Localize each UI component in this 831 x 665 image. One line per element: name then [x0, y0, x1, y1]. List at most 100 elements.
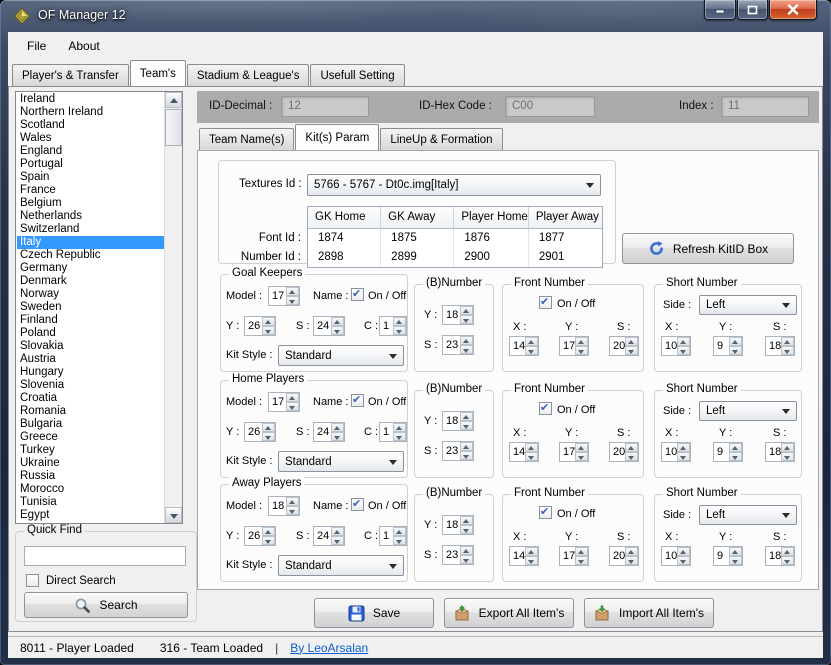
list-item-switzerland[interactable]: Switzerland — [17, 223, 165, 236]
export-all-button[interactable]: Export All Item's — [444, 598, 574, 628]
list-item-wales[interactable]: Wales — [17, 132, 165, 145]
model-spinner[interactable]: 18 — [268, 496, 300, 516]
y-spinner[interactable]: 26 — [244, 422, 276, 442]
list-item-hungary[interactable]: Hungary — [17, 366, 165, 379]
scroll-thumb[interactable] — [165, 109, 182, 146]
list-item-northern-ireland[interactable]: Northern Ireland — [17, 106, 165, 119]
list-item-czech-republic[interactable]: Czech Republic — [17, 249, 165, 262]
short-y-spinner[interactable]: 9 — [713, 442, 743, 462]
list-item-russia[interactable]: Russia — [17, 470, 165, 483]
list-item-greece[interactable]: Greece — [17, 431, 165, 444]
bnumber-s-spinner[interactable]: 23 — [442, 335, 474, 355]
tab-player-s-transfer[interactable]: Player's & Transfer — [12, 64, 129, 86]
short-y-spinner[interactable]: 9 — [713, 546, 743, 566]
import-all-button[interactable]: Import All Item's — [584, 598, 714, 628]
inner-tab-lineup-formation[interactable]: LineUp & Formation — [380, 128, 502, 150]
list-item-belgium[interactable]: Belgium — [17, 197, 165, 210]
front-s-spinner[interactable]: 20 — [609, 546, 639, 566]
name-on-off-checkbox[interactable] — [351, 394, 364, 407]
list-item-sweden[interactable]: Sweden — [17, 301, 165, 314]
list-item-italy[interactable]: Italy — [17, 236, 165, 249]
s-spinner[interactable]: 24 — [313, 526, 345, 546]
list-item-scotland[interactable]: Scotland — [17, 119, 165, 132]
bnumber-y-spinner[interactable]: 18 — [442, 411, 474, 431]
direct-search-checkbox[interactable] — [26, 574, 39, 587]
textures-id-combo[interactable]: 5766 - 5767 - Dt0c.img[Italy] — [307, 174, 601, 196]
front-y-spinner[interactable]: 17 — [559, 442, 589, 462]
kit-style-combo[interactable]: Standard — [278, 345, 404, 366]
title-bar[interactable]: OF Manager 12 — [0, 0, 831, 32]
list-scrollbar[interactable] — [164, 92, 182, 523]
list-item-france[interactable]: France — [17, 184, 165, 197]
model-spinner[interactable]: 17 — [268, 286, 300, 306]
list-item-slovakia[interactable]: Slovakia — [17, 340, 165, 353]
inner-tab-team-name-s[interactable]: Team Name(s) — [199, 128, 294, 150]
bnumber-s-spinner[interactable]: 23 — [442, 441, 474, 461]
kit-style-combo[interactable]: Standard — [278, 451, 404, 472]
bnumber-y-spinner[interactable]: 18 — [442, 515, 474, 535]
save-button[interactable]: Save — [314, 598, 434, 628]
short-s-spinner[interactable]: 18 — [765, 442, 795, 462]
list-item-croatia[interactable]: Croatia — [17, 392, 165, 405]
list-item-england[interactable]: England — [17, 145, 165, 158]
s-spinner[interactable]: 24 — [313, 316, 345, 336]
side-combo[interactable]: Left — [699, 295, 797, 315]
list-item-ireland[interactable]: Ireland — [17, 93, 165, 106]
front-s-spinner[interactable]: 20 — [609, 336, 639, 356]
name-on-off-checkbox[interactable] — [351, 288, 364, 301]
s-spinner[interactable]: 24 — [313, 422, 345, 442]
front-number-checkbox[interactable] — [539, 402, 552, 415]
short-s-spinner[interactable]: 18 — [765, 546, 795, 566]
list-item-denmark[interactable]: Denmark — [17, 275, 165, 288]
short-y-spinner[interactable]: 9 — [713, 336, 743, 356]
list-item-netherlands[interactable]: Netherlands — [17, 210, 165, 223]
menu-about[interactable]: About — [57, 35, 110, 57]
close-button[interactable] — [769, 0, 817, 20]
front-number-checkbox[interactable] — [539, 506, 552, 519]
list-item-portugal[interactable]: Portugal — [17, 158, 165, 171]
menu-file[interactable]: File — [16, 35, 57, 57]
y-spinner[interactable]: 26 — [244, 316, 276, 336]
side-combo[interactable]: Left — [699, 505, 797, 525]
front-x-spinner[interactable]: 14 — [509, 442, 539, 462]
list-item-poland[interactable]: Poland — [17, 327, 165, 340]
front-y-spinner[interactable]: 17 — [559, 546, 589, 566]
short-x-spinner[interactable]: 10 — [661, 336, 691, 356]
short-x-spinner[interactable]: 10 — [661, 546, 691, 566]
name-on-off-checkbox[interactable] — [351, 498, 364, 511]
front-s-spinner[interactable]: 20 — [609, 442, 639, 462]
list-item-bulgaria[interactable]: Bulgaria — [17, 418, 165, 431]
c-spinner[interactable]: 1 — [379, 422, 407, 442]
scroll-up-button[interactable] — [165, 92, 182, 108]
inner-tab-kit-s-param[interactable]: Kit(s) Param — [295, 124, 379, 150]
list-item-austria[interactable]: Austria — [17, 353, 165, 366]
maximize-button[interactable] — [737, 0, 768, 20]
short-s-spinner[interactable]: 18 — [765, 336, 795, 356]
list-item-spain[interactable]: Spain — [17, 171, 165, 184]
search-button[interactable]: Search — [24, 592, 188, 618]
side-combo[interactable]: Left — [699, 401, 797, 421]
list-item-turkey[interactable]: Turkey — [17, 444, 165, 457]
quick-find-input[interactable] — [24, 546, 186, 566]
list-item-slovenia[interactable]: Slovenia — [17, 379, 165, 392]
tab-usefull-setting[interactable]: Usefull Setting — [310, 64, 404, 86]
tab-team-s[interactable]: Team's — [130, 60, 186, 86]
list-item-egypt[interactable]: Egypt — [17, 509, 165, 522]
list-item-romania[interactable]: Romania — [17, 405, 165, 418]
kit-style-combo[interactable]: Standard — [278, 555, 404, 576]
scroll-down-button[interactable] — [165, 507, 182, 523]
front-x-spinner[interactable]: 14 — [509, 546, 539, 566]
list-item-tunisia[interactable]: Tunisia — [17, 496, 165, 509]
bnumber-y-spinner[interactable]: 18 — [442, 305, 474, 325]
front-x-spinner[interactable]: 14 — [509, 336, 539, 356]
y-spinner[interactable]: 26 — [244, 526, 276, 546]
model-spinner[interactable]: 17 — [268, 392, 300, 412]
short-x-spinner[interactable]: 10 — [661, 442, 691, 462]
list-item-morocco[interactable]: Morocco — [17, 483, 165, 496]
bnumber-s-spinner[interactable]: 23 — [442, 545, 474, 565]
list-item-ukraine[interactable]: Ukraine — [17, 457, 165, 470]
list-item-germany[interactable]: Germany — [17, 262, 165, 275]
credit-link[interactable]: By LeoArsalan — [290, 641, 368, 655]
list-item-finland[interactable]: Finland — [17, 314, 165, 327]
c-spinner[interactable]: 1 — [379, 316, 407, 336]
